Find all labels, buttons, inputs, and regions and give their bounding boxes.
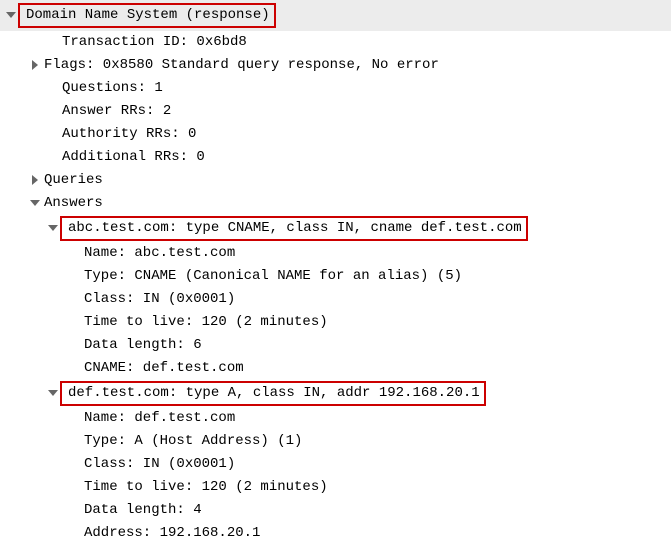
highlight-box-header: Domain Name System (response) — [18, 3, 276, 28]
highlight-box-answer1: abc.test.com: type CNAME, class IN, cnam… — [60, 216, 528, 241]
field-value: Answer RRs: 2 — [60, 101, 171, 122]
field-value: Class: IN (0x0001) — [82, 454, 235, 475]
field-value: Queries — [42, 170, 103, 191]
chevron-down-icon[interactable] — [46, 387, 60, 401]
answer2-type[interactable]: Type: A (Host Address) (1) — [0, 430, 671, 453]
answer1-cname[interactable]: CNAME: def.test.com — [0, 357, 671, 380]
field-value: Additional RRs: 0 — [60, 147, 205, 168]
chevron-right-icon[interactable] — [28, 174, 42, 188]
section-queries[interactable]: Queries — [0, 169, 671, 192]
field-authority-rrs[interactable]: Authority RRs: 0 — [0, 123, 671, 146]
field-value: Questions: 1 — [60, 78, 163, 99]
answer1-ttl[interactable]: Time to live: 120 (2 minutes) — [0, 311, 671, 334]
chevron-down-icon[interactable] — [28, 197, 42, 211]
spacer — [46, 128, 60, 142]
answer2-datalen[interactable]: Data length: 4 — [0, 499, 671, 522]
field-value: Data length: 6 — [82, 335, 202, 356]
chevron-right-icon[interactable] — [28, 59, 42, 73]
answer-record-2[interactable]: def.test.com: type A, class IN, addr 192… — [0, 380, 671, 407]
field-value: Address: 192.168.20.1 — [82, 523, 260, 544]
spacer — [46, 82, 60, 96]
answer2-name[interactable]: Name: def.test.com — [0, 407, 671, 430]
field-value: Type: A (Host Address) (1) — [82, 431, 302, 452]
field-value: Time to live: 120 (2 minutes) — [82, 312, 328, 333]
field-value: Authority RRs: 0 — [60, 124, 196, 145]
field-value: Type: CNAME (Canonical NAME for an alias… — [82, 266, 462, 287]
field-questions[interactable]: Questions: 1 — [0, 77, 671, 100]
answer1-datalen[interactable]: Data length: 6 — [0, 334, 671, 357]
spacer — [46, 105, 60, 119]
field-value: Name: def.test.com — [82, 408, 235, 429]
answer1-class[interactable]: Class: IN (0x0001) — [0, 288, 671, 311]
protocol-header-row[interactable]: Domain Name System (response) — [0, 0, 671, 31]
answer-summary: abc.test.com: type CNAME, class IN, cnam… — [66, 220, 522, 236]
field-value: Class: IN (0x0001) — [82, 289, 235, 310]
answer-record-1[interactable]: abc.test.com: type CNAME, class IN, cnam… — [0, 215, 671, 242]
field-value: Time to live: 120 (2 minutes) — [82, 477, 328, 498]
protocol-title: Domain Name System (response) — [24, 7, 270, 23]
chevron-down-icon[interactable] — [46, 222, 60, 236]
answer2-ttl[interactable]: Time to live: 120 (2 minutes) — [0, 476, 671, 499]
field-additional-rrs[interactable]: Additional RRs: 0 — [0, 146, 671, 169]
field-transaction-id[interactable]: Transaction ID: 0x6bd8 — [0, 31, 671, 54]
answer1-name[interactable]: Name: abc.test.com — [0, 242, 671, 265]
chevron-down-icon[interactable] — [4, 9, 18, 23]
answer2-address[interactable]: Address: 192.168.20.1 — [0, 522, 671, 545]
field-value: Flags: 0x8580 Standard query response, N… — [42, 55, 439, 76]
field-flags[interactable]: Flags: 0x8580 Standard query response, N… — [0, 54, 671, 77]
spacer — [46, 36, 60, 50]
answer-summary: def.test.com: type A, class IN, addr 192… — [66, 385, 480, 401]
spacer — [46, 151, 60, 165]
field-value: Data length: 4 — [82, 500, 202, 521]
field-value: Name: abc.test.com — [82, 243, 235, 264]
field-value: Answers — [42, 193, 103, 214]
answer2-class[interactable]: Class: IN (0x0001) — [0, 453, 671, 476]
field-value: Transaction ID: 0x6bd8 — [60, 32, 247, 53]
section-answers[interactable]: Answers — [0, 192, 671, 215]
field-value: CNAME: def.test.com — [82, 358, 244, 379]
field-answer-rrs[interactable]: Answer RRs: 2 — [0, 100, 671, 123]
answer1-type[interactable]: Type: CNAME (Canonical NAME for an alias… — [0, 265, 671, 288]
highlight-box-answer2: def.test.com: type A, class IN, addr 192… — [60, 381, 486, 406]
